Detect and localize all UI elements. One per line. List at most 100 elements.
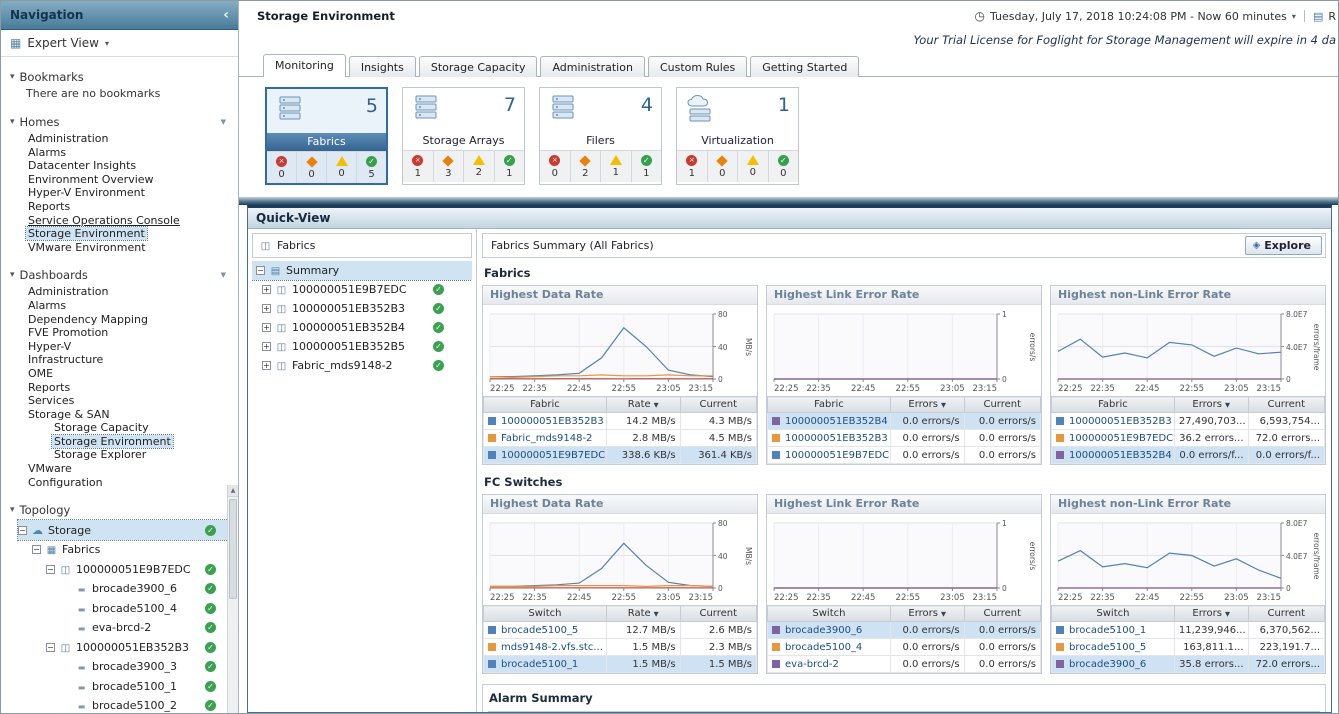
table-row[interactable]: Fabric_mds9148-2 2.8 MB/s 4.5 MB/s (484, 430, 757, 447)
column-header[interactable]: Time (576, 712, 696, 713)
normal-status[interactable]: ✓1 (632, 151, 662, 182)
scroll-up-icon[interactable]: ▲ (228, 485, 238, 497)
column-header[interactable]: Errors▼ (1174, 397, 1248, 413)
homes-item[interactable]: Storage Environment (26, 227, 232, 241)
entity-link[interactable]: 100000051EB352B4 (785, 416, 888, 427)
nav-scrollbar[interactable]: ▲ (227, 485, 238, 713)
expander-icon[interactable]: − (46, 643, 55, 652)
entity-link[interactable]: mds9148-2.vfs.stc... (501, 642, 603, 653)
explore-button[interactable]: ◈ Explore (1245, 236, 1322, 255)
column-header[interactable]: Current (964, 606, 1040, 622)
entity-link[interactable]: 100000051E9B7EDC (501, 450, 605, 461)
collapse-panel-icon[interactable]: ‹ (223, 8, 229, 22)
column-header[interactable]: Current (1248, 397, 1324, 413)
fatal-status[interactable]: ×0 (540, 151, 571, 182)
topology-node[interactable]: brocade3900_3 ✓ (18, 657, 232, 677)
normal-status[interactable]: ✓1 (495, 151, 525, 182)
dashboards-item[interactable]: Storage Capacity (38, 421, 232, 435)
dashboards-section-header[interactable]: ▾ Dashboards ▼ (10, 266, 232, 284)
dashboards-item[interactable]: Dependency Mapping (26, 313, 232, 327)
column-header[interactable]: Instance Name (808, 712, 1132, 713)
entity-link[interactable]: brocade5100_4 (785, 642, 862, 653)
fatal-status[interactable]: ×1 (403, 151, 434, 182)
column-header[interactable]: Rate▼ (606, 397, 680, 413)
warning-status[interactable]: 2 (464, 151, 495, 182)
table-row[interactable]: 100000051EB352B3 0.0 errors/s 0.0 errors… (768, 430, 1041, 447)
dashboards-item[interactable]: VMware (26, 462, 232, 476)
critical-status[interactable]: 2 (571, 151, 602, 182)
dashboards-item[interactable]: Configuration (26, 476, 232, 490)
topology-section-header[interactable]: ▾ Topology (10, 501, 232, 519)
entity-link[interactable]: brocade3900_6 (785, 625, 862, 636)
reports-button[interactable]: R (1328, 10, 1336, 23)
tree-item[interactable]: − Summary ✓ (252, 261, 472, 280)
homes-item[interactable]: Administration (26, 132, 232, 146)
tile-filers[interactable]: 4 Filers ×0 2 1 ✓1 (539, 87, 662, 185)
dashboards-item[interactable]: Storage Environment (38, 435, 232, 449)
table-row[interactable]: 100000051E9B7EDC 338.6 KB/s 361.4 KB/s (484, 447, 757, 464)
column-header[interactable]: Errors▼ (890, 606, 964, 622)
expander-icon[interactable]: − (256, 266, 265, 275)
dashboards-item[interactable]: Administration (26, 285, 232, 299)
tree-item[interactable]: + 100000051E9B7EDC ✓ (252, 280, 472, 299)
entity-link[interactable]: 100000051EB352B3 (1069, 416, 1172, 427)
column-header[interactable]: Switch (1052, 606, 1175, 622)
homes-item[interactable]: VMware Environment (26, 241, 232, 255)
topology-node[interactable]: − 100000051E9B7EDC ✓ (18, 559, 232, 579)
tab[interactable]: Storage Capacity (419, 56, 538, 77)
expander-icon[interactable]: + (262, 361, 271, 370)
homes-item[interactable]: Service Operations Console (26, 214, 232, 228)
entity-link[interactable]: brocade3900_6 (1069, 659, 1146, 670)
normal-status[interactable]: ✓0 (769, 151, 799, 182)
entity-link[interactable]: brocade5100_5 (501, 625, 578, 636)
table-row[interactable]: brocade5100_1 11,239,946... 6,370,562... (1052, 622, 1325, 639)
dashboards-item[interactable]: Alarms (26, 299, 232, 313)
topology-node[interactable]: − 100000051EB352B3 ✓ (18, 637, 232, 657)
table-row[interactable]: 100000051EB352B4 0.0 errors/f... 0.0 err… (1052, 447, 1325, 464)
tab[interactable]: Getting Started (750, 56, 859, 77)
column-header[interactable]: Switch (484, 606, 607, 622)
expander-icon[interactable]: + (262, 304, 271, 313)
warning-status[interactable]: 0 (738, 151, 769, 182)
table-row[interactable]: 100000051EB352B4 0.0 errors/s 0.0 errors… (768, 413, 1041, 430)
expander-icon[interactable]: + (262, 323, 271, 332)
column-header[interactable]: Errors▼ (890, 397, 964, 413)
entity-link[interactable]: 100000051E9B7EDC (785, 450, 889, 461)
column-header[interactable]: Message (1133, 712, 1320, 713)
expert-view-selector[interactable]: ▦ Expert View ▾ (1, 30, 238, 57)
table-row[interactable]: brocade5100_4 0.0 errors/s 0.0 errors/s (768, 639, 1041, 656)
tab[interactable]: Custom Rules (648, 56, 747, 77)
entity-link[interactable]: brocade5100_1 (1069, 625, 1146, 636)
dashboards-item[interactable]: FVE Promotion (26, 326, 232, 340)
column-header[interactable]: Fabric (484, 397, 607, 413)
critical-status[interactable]: 0 (708, 151, 739, 182)
filter-icon[interactable]: ▼ (221, 118, 226, 126)
homes-item[interactable]: Hyper-V Environment (26, 186, 232, 200)
dashboards-item[interactable]: Reports (26, 381, 232, 395)
column-header[interactable]: Current (680, 397, 756, 413)
column-header[interactable]: Fabric (768, 397, 891, 413)
tree-item[interactable]: + 100000051EB352B4 ✓ (252, 318, 472, 337)
dashboards-item[interactable]: Storage & SAN (26, 408, 232, 422)
tree-item[interactable]: + 100000051EB352B5 ✓ (252, 337, 472, 356)
entity-link[interactable]: 100000051E9B7EDC (1069, 433, 1173, 444)
topology-node[interactable]: brocade5100_4 ✓ (18, 598, 232, 618)
table-row[interactable]: 100000051EB352B3 27,490,703... 6,593,754… (1052, 413, 1325, 430)
topology-node[interactable]: brocade5100_1 ✓ (18, 676, 232, 696)
expander-icon[interactable]: + (262, 342, 271, 351)
topology-node[interactable]: brocade3900_6 ✓ (18, 579, 232, 599)
tree-item[interactable]: + Fabric_mds9148-2 ✓ (252, 356, 472, 375)
column-header[interactable]: Current (964, 397, 1040, 413)
dashboards-item[interactable]: Services (26, 394, 232, 408)
column-header[interactable]: Errors▼ (1174, 606, 1248, 622)
table-row[interactable]: brocade5100_5 12.7 MB/s 2.6 MB/s (484, 622, 757, 639)
topology-node[interactable]: − Fabrics ✓ (18, 540, 232, 560)
entity-link[interactable]: brocade5100_5 (1069, 642, 1146, 653)
entity-link[interactable]: 100000051EB352B3 (501, 416, 604, 427)
dashboards-item[interactable]: OME (26, 367, 232, 381)
topology-node[interactable]: eva-brcd-2 ✓ (18, 618, 232, 638)
normal-status[interactable]: ✓5 (357, 152, 386, 183)
tile-virtualization[interactable]: 1 Virtualization ×1 0 0 ✓0 (676, 87, 799, 185)
scrollbar-thumb[interactable] (229, 499, 237, 599)
homes-item[interactable]: Alarms (26, 146, 232, 160)
